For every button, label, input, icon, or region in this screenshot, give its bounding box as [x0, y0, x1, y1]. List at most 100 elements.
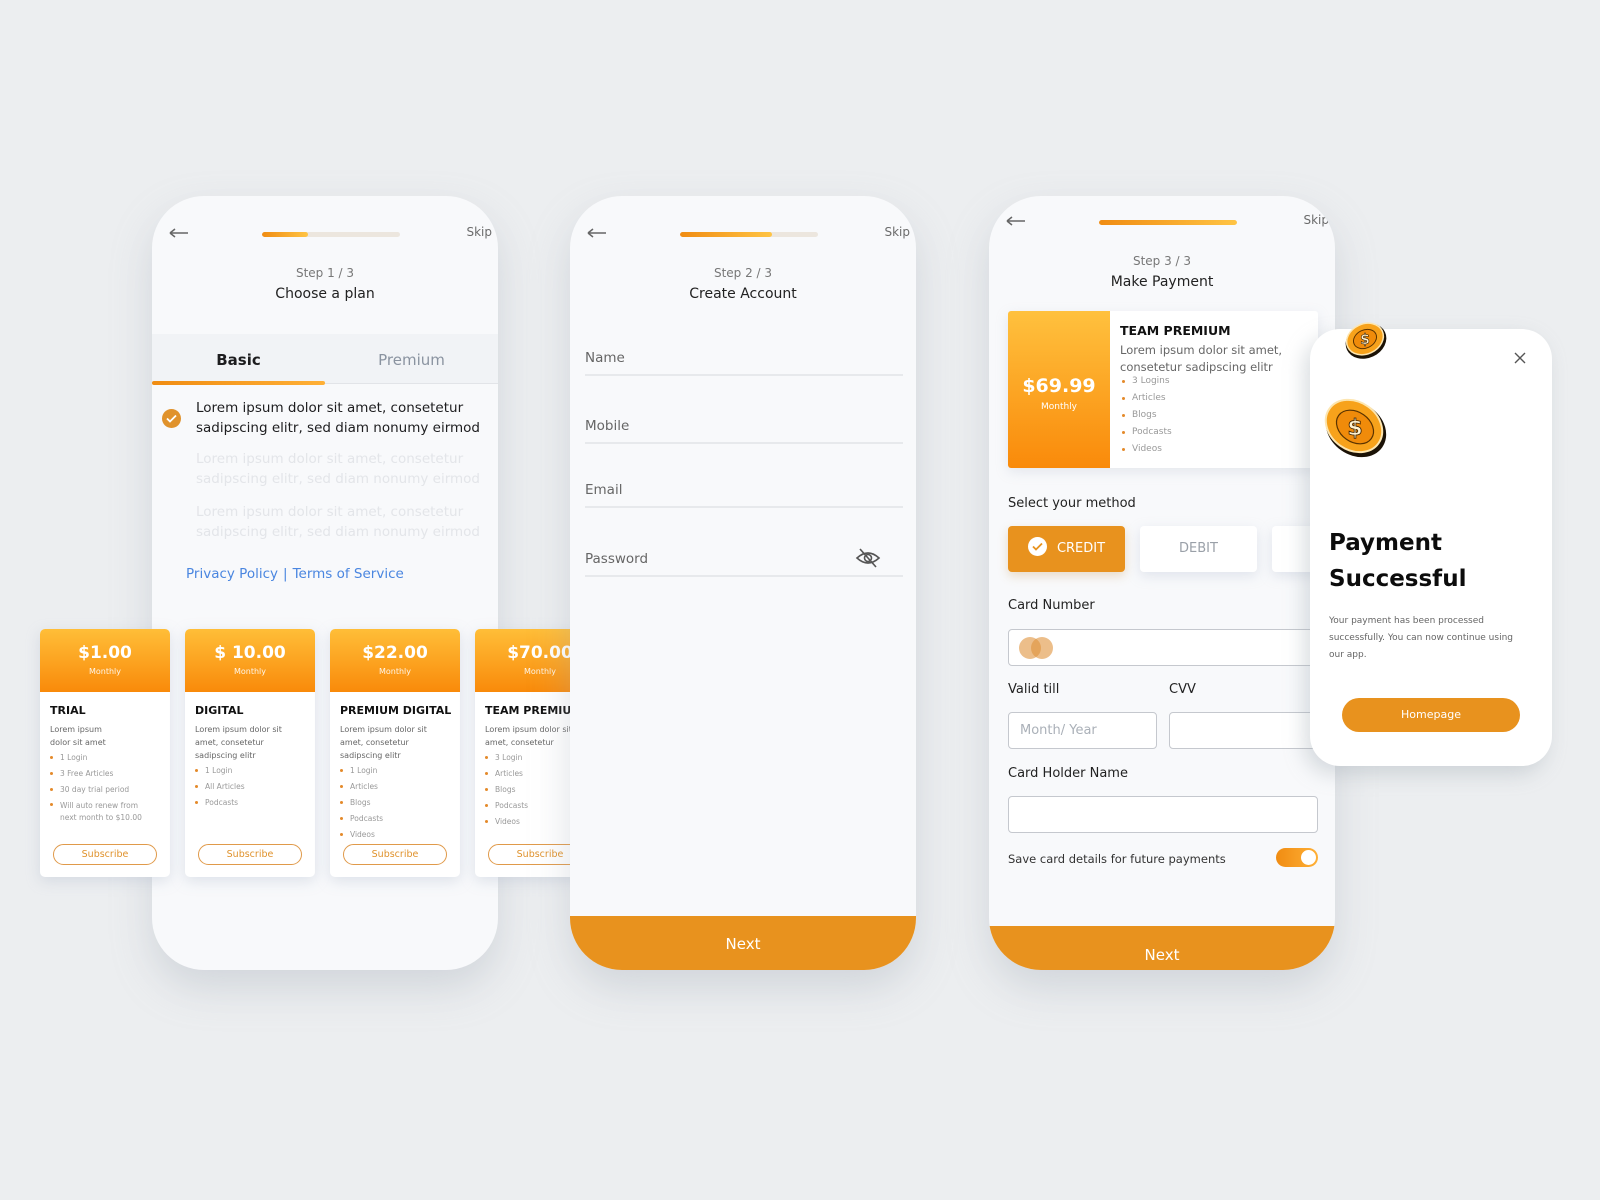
check-circle-icon [1027, 537, 1047, 556]
plan-feature: Podcasts [195, 795, 315, 811]
skip-link[interactable]: Skip [884, 225, 910, 239]
feature-item: Lorem ipsum dolor sit amet, consetetur s… [196, 400, 480, 436]
plan-header: $1.00 Monthly [40, 629, 170, 692]
svg-text:$: $ [1347, 416, 1362, 441]
privacy-policy-link[interactable]: Privacy Policy [186, 566, 278, 582]
back-button[interactable] [586, 224, 608, 242]
method-label: Select your method [1008, 496, 1136, 511]
make-payment-screen: Skip Step 3 / 3 Make Payment $69.99 Mont… [989, 196, 1335, 970]
top-bar: Skip [152, 224, 498, 244]
password-field[interactable]: Password [585, 547, 903, 577]
plan-features: 1 Login Articles Blogs Podcasts Videos [340, 763, 460, 843]
password-label: Password [585, 551, 649, 567]
valid-till-input[interactable] [1008, 712, 1157, 749]
step-indicator: Step 3 / 3 [1132, 254, 1192, 268]
mobile-label: Mobile [585, 418, 630, 434]
back-button[interactable] [168, 224, 190, 242]
plan-period: Monthly [378, 667, 412, 676]
plan-price: $ 10.00 [214, 643, 286, 663]
terms-of-service-link[interactable]: Terms of Service [293, 566, 404, 582]
skip-link[interactable]: Skip [466, 225, 492, 239]
toggle-knob [1301, 850, 1316, 865]
progress-fill [262, 232, 308, 237]
homepage-button[interactable]: Homepage [1342, 698, 1520, 732]
subscribe-button[interactable]: Subscribe [343, 844, 447, 865]
plan-period: Monthly [88, 667, 122, 676]
step-indicator: Step 2 / 3 [713, 266, 773, 280]
summary-feature: Podcasts [1120, 424, 1172, 441]
save-card-toggle[interactable] [1276, 848, 1318, 867]
valid-till-field[interactable] [1009, 713, 1156, 748]
card-number-input[interactable] [1008, 629, 1318, 666]
plan-feature: Articles [340, 779, 460, 795]
plan-description: Lorem ipsum dolor sit amet [50, 725, 106, 747]
subscribe-button[interactable]: Subscribe [53, 844, 157, 865]
link-separator: | [283, 566, 288, 582]
plan-feature: 1 Login [50, 750, 170, 766]
plan-card-premium-digital: $22.00 Monthly PREMIUM DIGITAL Lorem ips… [330, 629, 460, 877]
plan-price: $22.00 [362, 643, 428, 663]
next-button[interactable]: Next [989, 926, 1335, 970]
plan-tabs: Basic Premium [152, 334, 498, 385]
card-holder-input[interactable] [1008, 796, 1318, 833]
top-bar: Skip [989, 212, 1335, 232]
success-title: Payment Successful [1329, 530, 1467, 592]
valid-till-label: Valid till [1008, 682, 1060, 697]
subscribe-button[interactable]: Subscribe [198, 844, 302, 865]
svg-text:$: $ [1360, 332, 1370, 348]
name-field[interactable]: Name [585, 346, 903, 376]
plan-feature: Blogs [340, 795, 460, 811]
coin-icon: $ [1324, 398, 1387, 458]
tab-basic[interactable]: Basic [152, 334, 325, 384]
success-message: Your payment has been processed successf… [1329, 616, 1513, 660]
email-field[interactable]: Email [585, 478, 903, 508]
selected-plan-summary: $69.99 Monthly TEAM PREMIUM Lorem ipsum … [1008, 311, 1318, 468]
cvv-input[interactable] [1169, 712, 1319, 749]
back-arrow-icon [169, 228, 188, 238]
progress-bar [680, 232, 818, 237]
close-icon[interactable] [1513, 351, 1527, 365]
plan-features: 1 Login 3 Free Articles 30 day trial per… [50, 750, 170, 824]
page-title: Create Account [689, 286, 797, 302]
summary-feature: Videos [1120, 441, 1172, 458]
card-holder-label: Card Holder Name [1008, 766, 1128, 781]
progress-fill [680, 232, 773, 237]
summary-period: Monthly [1040, 402, 1078, 412]
plan-feature: All Articles [195, 779, 315, 795]
back-arrow-icon [587, 228, 606, 238]
page-title: Make Payment [1110, 274, 1214, 290]
feature-item: Lorem ipsum dolor sit amet, consetetur s… [196, 504, 480, 540]
plan-header: $22.00 Monthly [330, 629, 460, 692]
tab-premium[interactable]: Premium [325, 334, 498, 384]
progress-fill [1099, 220, 1237, 225]
back-button[interactable] [1005, 212, 1027, 230]
card-brand-icon [1019, 637, 1059, 659]
skip-link[interactable]: Skip [1303, 213, 1329, 227]
plan-price: $1.00 [78, 643, 132, 663]
step-indicator: Step 1 / 3 [295, 266, 355, 280]
summary-feature: 3 Logins [1120, 373, 1172, 390]
plan-feature: Will auto renew from next month to $10.0… [50, 798, 150, 824]
plan-name: PREMIUM DIGITAL [340, 704, 452, 717]
active-tab-indicator [152, 381, 325, 385]
name-label: Name [585, 350, 625, 366]
eye-slash-icon[interactable] [855, 547, 881, 569]
plan-header: $ 10.00 Monthly [185, 629, 315, 692]
plan-description: Lorem ipsum dolor sit amet, consetetur s… [195, 725, 282, 760]
next-button[interactable]: Next [570, 916, 916, 970]
plan-features: 1 Login All Articles Podcasts [195, 763, 315, 811]
summary-feature: Articles [1120, 390, 1172, 407]
mobile-field[interactable]: Mobile [585, 414, 903, 444]
save-card-label: Save card details for future payments [1008, 852, 1226, 866]
credit-method-button[interactable]: CREDIT [1008, 526, 1125, 572]
credit-label: CREDIT [1056, 541, 1106, 556]
debit-method-button[interactable]: DEBIT [1140, 526, 1257, 572]
feature-item: Lorem ipsum dolor sit amet, consetetur s… [196, 451, 480, 487]
plan-description: Lorem ipsum dolor sit amet, consetetur [485, 725, 572, 747]
plan-description: Lorem ipsum dolor sit amet, consetetur s… [340, 725, 427, 760]
plan-feature: 30 day trial period [50, 782, 170, 798]
progress-bar [1099, 220, 1237, 225]
summary-feature: Blogs [1120, 407, 1172, 424]
payment-success-modal: $ $ Payment Successful Your payment has … [1310, 322, 1552, 766]
create-account-screen: Skip Step 2 / 3 Create Account Name Mobi… [570, 196, 916, 970]
